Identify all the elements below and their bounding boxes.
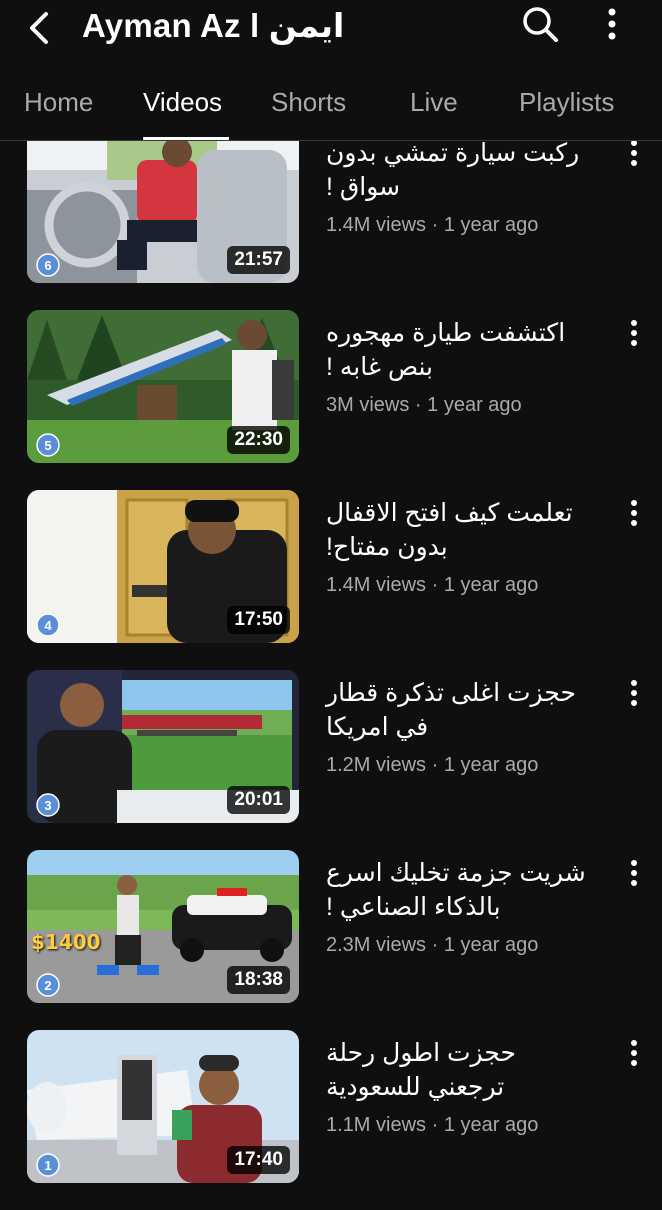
rank-number: 2: [44, 978, 51, 993]
tab-shorts[interactable]: Shorts: [271, 86, 346, 118]
tab-home[interactable]: Home: [24, 86, 93, 118]
meta-separator: ·: [426, 574, 444, 596]
more-vert-icon[interactable]: [620, 496, 648, 530]
duration-badge: 20:01: [227, 786, 290, 814]
more-vert-icon[interactable]: [620, 136, 648, 170]
video-title[interactable]: حجزت اغلى تذكرة قطار في امريكا: [326, 676, 596, 744]
tab-videos[interactable]: Videos: [143, 86, 222, 118]
tab-live[interactable]: Live: [410, 86, 458, 118]
rank-badge-icon: 2: [36, 973, 60, 997]
video-item[interactable]: 21:57 6 ركبت سيارة تمشي بدون سواق ! 1.4M…: [0, 130, 662, 310]
more-vert-icon[interactable]: [620, 676, 648, 710]
video-thumbnail[interactable]: 22:30 5: [27, 310, 299, 463]
meta-separator: ·: [409, 394, 428, 416]
video-thumbnail[interactable]: 17:50 4: [27, 490, 299, 643]
upload-age: 1 year ago: [427, 394, 522, 416]
more-vert-icon[interactable]: [620, 1036, 648, 1070]
video-thumbnail[interactable]: 20:01 3: [27, 670, 299, 823]
upload-age: 1 year ago: [443, 1114, 539, 1136]
video-thumbnail[interactable]: $1400 18:38 2: [27, 850, 299, 1003]
thumbnail-price-text: $1400: [31, 930, 101, 954]
upload-age: 1 year ago: [443, 934, 539, 956]
channel-tabs: Home Videos Shorts Live Playlists: [0, 56, 662, 141]
video-item[interactable]: 17:50 4 تعلمت كيف افتح الاقفال بدون مفتا…: [0, 490, 662, 670]
rank-number: 3: [44, 798, 51, 813]
top-app-bar: Ayman Az l ايمن: [0, 0, 662, 56]
video-meta: 1.4M views · 1 year ago: [326, 572, 538, 598]
rank-badge-icon: 6: [36, 253, 60, 277]
rank-number: 4: [44, 618, 52, 633]
rank-number: 1: [44, 1158, 51, 1173]
back-arrow-icon[interactable]: [20, 6, 60, 46]
rank-badge-icon: 5: [36, 433, 60, 457]
upload-age: 1 year ago: [443, 214, 539, 236]
video-item[interactable]: 20:01 3 حجزت اغلى تذكرة قطار في امريكا 1…: [0, 670, 662, 850]
video-item[interactable]: $1400 18:38 2 شريت جزمة تخليك اسرع بالذك…: [0, 850, 662, 1030]
video-title[interactable]: تعلمت كيف افتح الاقفال بدون مفتاح!: [326, 496, 596, 564]
rank-number: 5: [44, 438, 51, 453]
video-thumbnail[interactable]: 17:40 1: [27, 1030, 299, 1183]
meta-separator: ·: [426, 1114, 444, 1136]
video-item[interactable]: 22:30 5 اكتشفت طيارة مهجوره بنص غابه ! 3…: [0, 310, 662, 490]
rank-number: 6: [44, 258, 51, 273]
video-meta: 1.2M views · 1 year ago: [326, 752, 538, 778]
meta-separator: ·: [426, 934, 444, 956]
duration-badge: 17:50: [227, 606, 290, 634]
more-vert-icon[interactable]: [620, 856, 648, 890]
duration-badge: 17:40: [227, 1146, 290, 1174]
video-meta: 1.4M views · 1 year ago: [326, 212, 538, 238]
view-count: 1.4M views: [326, 574, 427, 596]
more-vert-icon[interactable]: [620, 316, 648, 350]
tab-playlists[interactable]: Playlists: [519, 86, 614, 118]
video-meta: 3M views · 1 year ago: [326, 392, 522, 418]
video-meta: 2.3M views · 1 year ago: [326, 932, 538, 958]
duration-badge: 21:57: [227, 246, 290, 274]
rank-badge-icon: 3: [36, 793, 60, 817]
active-tab-indicator: [143, 137, 229, 140]
video-item[interactable]: 17:40 1 حجزت اطول رحلة ترجعني للسعودية 1…: [0, 1030, 662, 1210]
duration-badge: 22:30: [227, 426, 290, 454]
view-count: 1.1M views: [326, 1114, 427, 1136]
rank-badge-icon: 1: [36, 1153, 60, 1177]
upload-age: 1 year ago: [443, 754, 539, 776]
video-title[interactable]: ركبت سيارة تمشي بدون سواق !: [326, 136, 596, 204]
video-title[interactable]: اكتشفت طيارة مهجوره بنص غابه !: [326, 316, 596, 384]
view-count: 2.3M views: [326, 934, 427, 956]
upload-age: 1 year ago: [443, 574, 539, 596]
video-title[interactable]: حجزت اطول رحلة ترجعني للسعودية: [326, 1036, 596, 1104]
duration-badge: 18:38: [227, 966, 290, 994]
rank-badge-icon: 4: [36, 613, 60, 637]
search-icon[interactable]: [518, 4, 562, 44]
more-vert-icon[interactable]: [594, 4, 630, 44]
view-count: 1.4M views: [326, 214, 427, 236]
meta-separator: ·: [426, 214, 444, 236]
video-meta: 1.1M views · 1 year ago: [326, 1112, 538, 1138]
view-count: 3M views: [326, 394, 410, 416]
video-title[interactable]: شريت جزمة تخليك اسرع بالذكاء الصناعي !: [326, 856, 596, 924]
meta-separator: ·: [426, 754, 444, 776]
video-thumbnail[interactable]: 21:57 6: [27, 130, 299, 283]
view-count: 1.2M views: [326, 754, 427, 776]
channel-title: Ayman Az l ايمن: [82, 7, 345, 44]
video-list: 21:57 6 ركبت سيارة تمشي بدون سواق ! 1.4M…: [0, 0, 662, 1200]
